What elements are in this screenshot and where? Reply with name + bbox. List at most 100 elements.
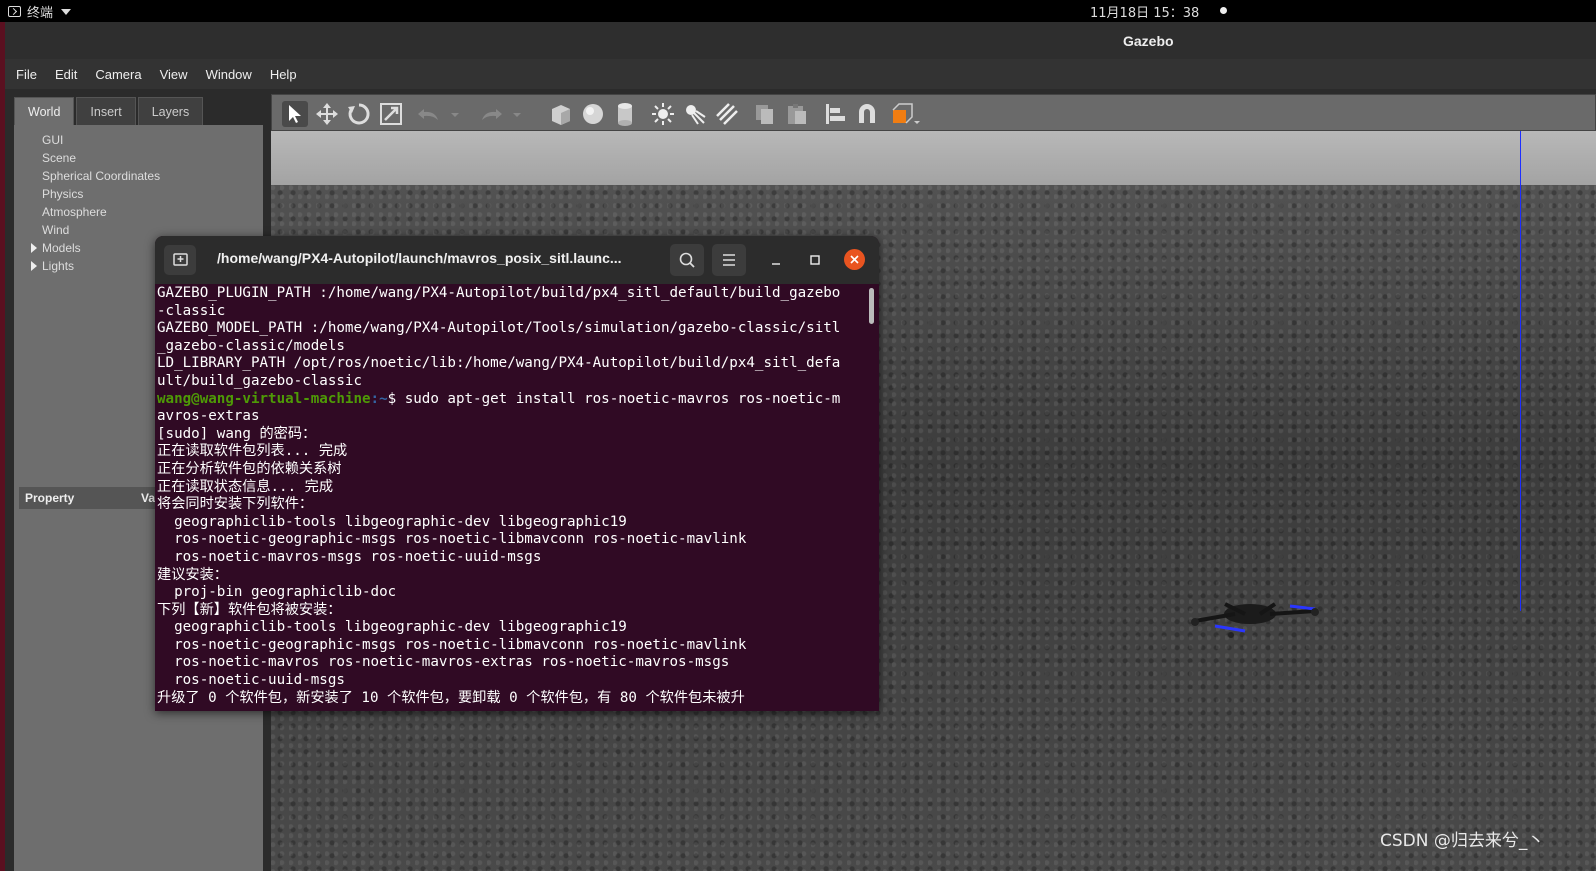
terminal-line: ros-noetic-mavros ros-noetic-mavros-extr… [157, 654, 730, 671]
tree-item-spherical-coordinates[interactable]: Spherical Coordinates [14, 167, 160, 185]
menu-camera[interactable]: Camera [95, 67, 141, 82]
tree-item-label: Atmosphere [42, 205, 107, 219]
terminal-title: /home/wang/PX4-Autopilot/launch/mavros_p… [217, 250, 622, 266]
chevron-down-icon [61, 8, 72, 15]
terminal-line: 正在读取状态信息... 完成 [157, 478, 334, 495]
world-tree: GUI Scene Spherical Coordinates Physics … [14, 131, 160, 275]
directional-light-icon[interactable] [714, 101, 740, 127]
terminal-line: ros-noetic-mavros-msgs ros-noetic-uuid-m… [157, 548, 542, 565]
terminal-app-icon [8, 6, 21, 17]
menu-view[interactable]: View [160, 67, 188, 82]
search-icon [679, 252, 695, 268]
tree-item-label: Physics [42, 187, 84, 201]
new-tab-button[interactable] [164, 245, 196, 275]
app-menu[interactable]: 终端 [8, 2, 72, 21]
cylinder-icon[interactable] [612, 101, 638, 127]
terminal-output[interactable]: GAZEBO_PLUGIN_PATH :/home/wang/PX4-Autop… [157, 285, 865, 711]
box-icon[interactable] [548, 101, 574, 127]
tree-item-label: GUI [42, 133, 64, 147]
terminal-line: 正在分析软件包的依赖关系树 [157, 460, 342, 477]
app-label: 终端 [27, 6, 54, 21]
menu-button[interactable] [712, 244, 746, 276]
terminal-line: ros-noetic-uuid-msgs [157, 672, 345, 689]
menu-window[interactable]: Window [206, 67, 252, 82]
terminal-line: GAZEBO_PLUGIN_PATH :/home/wang/PX4-Autop… [157, 285, 841, 301]
snap-icon[interactable] [854, 101, 880, 127]
watermark: CSDN @归去来兮_丶 [1380, 831, 1545, 851]
terminal-line: ros-noetic-geographic-msgs ros-noetic-li… [157, 636, 747, 653]
terminal-line: geographiclib-tools libgeographic-dev li… [157, 619, 627, 636]
terminal-line: avros-extras [157, 408, 260, 425]
tree-item-physics[interactable]: Physics [14, 185, 160, 203]
tree-item-label: Spherical Coordinates [42, 169, 161, 183]
hamburger-icon [723, 254, 735, 266]
menu-file[interactable]: File [16, 67, 37, 82]
desktop: 终端 11月18日 15：38 Gazebo File Edit Camera … [0, 0, 1596, 871]
terminal-line: LD_LIBRARY_PATH /opt/ros/noetic/lib:/hom… [157, 355, 841, 372]
menu-help[interactable]: Help [270, 67, 297, 82]
terminal-scrollbar[interactable] [869, 288, 874, 324]
system-top-bar: 终端 11月18日 15：38 [0, 0, 1596, 22]
tree-item-gui[interactable]: GUI [14, 131, 160, 149]
terminal-line: 建议安装： [157, 566, 228, 583]
align-icon[interactable] [822, 101, 848, 127]
search-button[interactable] [670, 244, 704, 276]
terminal-line: proj-bin geographiclib-doc [157, 584, 397, 601]
copy-icon[interactable] [752, 101, 778, 127]
scale-icon[interactable] [378, 101, 404, 127]
redo-dropdown-icon[interactable] [510, 101, 524, 127]
prompt-user: wang@wang-virtual-machine [157, 390, 371, 407]
undo-icon[interactable] [416, 101, 442, 127]
tab-insert[interactable]: Insert [76, 97, 136, 125]
scene-toolbar [271, 94, 1596, 131]
redo-icon[interactable] [478, 101, 504, 127]
tab-world[interactable]: World [14, 97, 75, 125]
clock[interactable]: 11月18日 15：38 [1090, 2, 1199, 21]
paste-icon[interactable] [784, 101, 810, 127]
tree-item-label: Wind [42, 223, 70, 237]
minimize-button[interactable] [766, 250, 786, 270]
notification-dot-icon [1220, 7, 1227, 14]
translate-icon[interactable] [314, 101, 340, 127]
drone-model-icon[interactable] [1175, 586, 1335, 646]
terminal-line: 下列【新】软件包将被安装： [157, 601, 342, 618]
terminal-line: ros-noetic-geographic-msgs ros-noetic-li… [157, 531, 747, 548]
terminal-window[interactable]: /home/wang/PX4-Autopilot/launch/mavros_p… [155, 236, 879, 711]
terminal-line: geographiclib-tools libgeographic-dev li… [157, 513, 627, 530]
expand-arrow-icon[interactable] [31, 243, 37, 253]
maximize-icon [810, 255, 820, 265]
terminal-line: ult/build_gazebo-classic [157, 372, 362, 389]
tree-item-label: Lights [42, 259, 75, 273]
maximize-button[interactable] [805, 250, 825, 270]
terminal-line: 升级了 0 个软件包，新安装了 10 个软件包，要卸载 0 个软件包，有 80 … [157, 689, 745, 706]
new-tab-icon [173, 253, 188, 266]
view-angle-icon[interactable] [890, 101, 922, 127]
terminal-header: /home/wang/PX4-Autopilot/launch/mavros_p… [155, 236, 879, 284]
spot-light-icon[interactable] [682, 101, 708, 127]
tab-layers[interactable]: Layers [137, 97, 204, 125]
tree-item-atmosphere[interactable]: Atmosphere [14, 203, 160, 221]
command-text: $ sudo apt-get install ros-noetic-mavros… [387, 390, 841, 407]
undo-dropdown-icon[interactable] [448, 101, 462, 127]
tree-item-wind[interactable]: Wind [14, 221, 160, 239]
tree-item-lights[interactable]: Lights [14, 257, 160, 275]
window-title: Gazebo [1123, 33, 1174, 49]
point-light-icon[interactable] [650, 101, 676, 127]
prompt-path: :~ [370, 390, 388, 407]
terminal-line: GAZEBO_MODEL_PATH :/home/wang/PX4-Autopi… [157, 320, 841, 337]
tree-item-models[interactable]: Models [14, 239, 160, 257]
close-icon [850, 255, 859, 264]
rotate-icon[interactable] [346, 101, 372, 127]
menu-edit[interactable]: Edit [55, 67, 77, 82]
close-button[interactable] [844, 249, 865, 270]
sphere-icon[interactable] [580, 101, 606, 127]
terminal-line: [sudo] wang 的密码： [157, 425, 317, 442]
terminal-line: _gazebo-classic/models [157, 337, 345, 354]
select-icon[interactable] [282, 101, 308, 127]
expand-arrow-icon[interactable] [31, 261, 37, 271]
terminal-line: 正在读取软件包列表... 完成 [157, 443, 348, 460]
tree-item-scene[interactable]: Scene [14, 149, 160, 167]
panel-tabs: World Insert Layers [14, 97, 204, 125]
z-axis-line [1520, 131, 1521, 611]
tree-item-label: Scene [42, 151, 77, 165]
